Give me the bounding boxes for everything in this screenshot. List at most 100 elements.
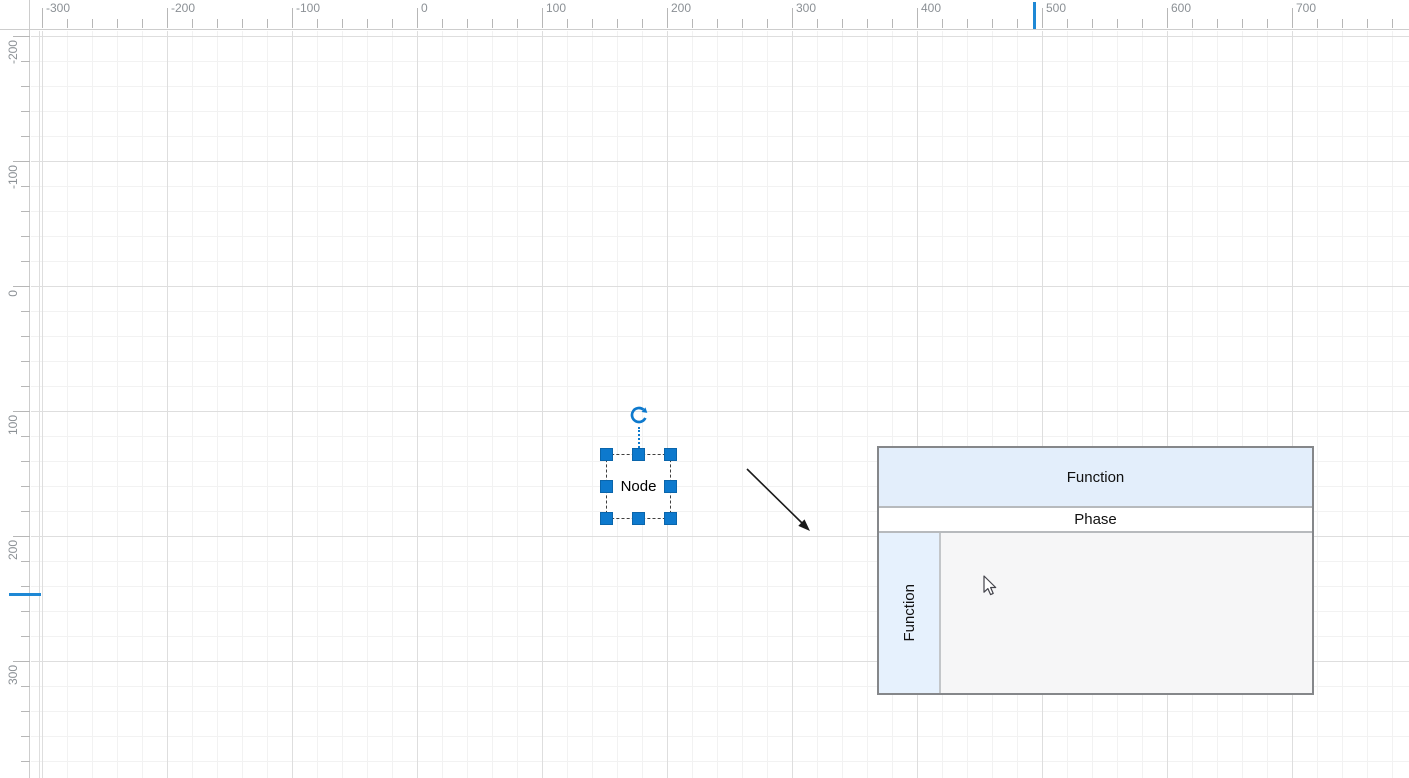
h-ruler-tick — [142, 19, 143, 28]
v-ruler-tick — [21, 761, 30, 762]
h-ruler-tick — [967, 19, 968, 28]
v-ruler-tick — [13, 536, 30, 537]
h-ruler-label: 600 — [1171, 1, 1191, 15]
v-ruler-tick — [21, 186, 30, 187]
table-lane-label: Function — [901, 584, 918, 642]
h-ruler-tick — [1242, 19, 1243, 28]
resize-handle-middle-left[interactable] — [600, 480, 613, 493]
diagram-stage: -300-200-1000100200300400500600700 -200-… — [0, 0, 1409, 778]
resize-handle-top-right[interactable] — [664, 448, 677, 461]
v-ruler-tick — [21, 561, 30, 562]
h-ruler-tick — [892, 19, 893, 28]
h-ruler-tick — [1217, 19, 1218, 28]
v-ruler-tick — [21, 361, 30, 362]
v-ruler-tick — [21, 636, 30, 637]
table-header-label: Function — [1067, 469, 1125, 486]
h-ruler-label: -100 — [296, 1, 320, 15]
h-ruler-label: 400 — [921, 1, 941, 15]
v-ruler-tick — [21, 311, 30, 312]
h-ruler-tick — [767, 19, 768, 28]
h-ruler-tick — [1092, 19, 1093, 28]
rotate-handle-icon[interactable] — [628, 404, 650, 426]
v-ruler-tick — [21, 236, 30, 237]
h-ruler-tick — [942, 19, 943, 28]
selected-node[interactable]: Node — [606, 454, 671, 519]
h-ruler-tick — [1292, 8, 1293, 28]
v-ruler-tick — [21, 61, 30, 62]
v-ruler-tick — [21, 686, 30, 687]
h-ruler-tick — [692, 19, 693, 28]
v-ruler-tick — [21, 486, 30, 487]
v-ruler-tick — [21, 436, 30, 437]
horizontal-ruler-position-marker — [1033, 2, 1036, 29]
v-ruler-tick — [13, 36, 30, 37]
v-ruler-tick — [21, 586, 30, 587]
h-ruler-tick — [567, 19, 568, 28]
h-ruler-label: 100 — [546, 1, 566, 15]
h-ruler-label: 200 — [671, 1, 691, 15]
h-ruler-tick — [1267, 19, 1268, 28]
resize-handle-bottom-center[interactable] — [632, 512, 645, 525]
h-ruler-tick — [1392, 19, 1393, 28]
h-ruler-tick — [742, 19, 743, 28]
resize-handle-bottom-right[interactable] — [664, 512, 677, 525]
resize-handle-top-center[interactable] — [632, 448, 645, 461]
arrow-cursor-icon — [983, 575, 999, 597]
h-ruler-tick — [1167, 8, 1168, 28]
h-ruler-tick — [292, 8, 293, 28]
v-ruler-label: 100 — [6, 415, 20, 435]
v-ruler-tick — [21, 461, 30, 462]
node-label: Node — [621, 478, 657, 495]
table-header-row[interactable]: Function — [879, 448, 1312, 508]
v-ruler-tick — [21, 511, 30, 512]
h-ruler-tick — [1192, 19, 1193, 28]
h-ruler-tick — [517, 19, 518, 28]
vertical-ruler: -200 -100 0 100 200 300 — [0, 30, 30, 778]
h-ruler-tick — [367, 19, 368, 28]
h-ruler-tick — [642, 19, 643, 28]
v-ruler-tick — [21, 611, 30, 612]
resize-handle-top-left[interactable] — [600, 448, 613, 461]
v-ruler-label: -100 — [6, 165, 20, 189]
v-ruler-tick — [13, 161, 30, 162]
h-ruler-tick — [1367, 19, 1368, 28]
h-ruler-tick — [242, 19, 243, 28]
v-ruler-tick — [21, 261, 30, 262]
v-ruler-tick — [21, 336, 30, 337]
resize-handle-middle-right[interactable] — [664, 480, 677, 493]
h-ruler-tick — [542, 8, 543, 28]
table-phase-label: Phase — [1074, 511, 1117, 528]
v-ruler-tick — [13, 661, 30, 662]
h-ruler-tick — [442, 19, 443, 28]
h-ruler-tick — [592, 19, 593, 28]
h-ruler-tick — [1017, 19, 1018, 28]
resize-handle-bottom-left[interactable] — [600, 512, 613, 525]
v-ruler-label: 0 — [6, 290, 20, 297]
arrow-link[interactable] — [740, 460, 820, 540]
h-ruler-tick — [617, 19, 618, 28]
h-ruler-tick — [67, 19, 68, 28]
h-ruler-tick — [717, 19, 718, 28]
h-ruler-tick — [217, 19, 218, 28]
h-ruler-tick — [1342, 19, 1343, 28]
h-ruler-tick — [117, 19, 118, 28]
h-ruler-tick — [317, 19, 318, 28]
h-ruler-tick — [417, 8, 418, 28]
h-ruler-tick — [667, 8, 668, 28]
table-phase-row[interactable]: Phase — [879, 508, 1312, 533]
table-lane-cell[interactable] — [941, 533, 1312, 693]
h-ruler-tick — [817, 19, 818, 28]
v-ruler-tick — [13, 411, 30, 412]
h-ruler-tick — [1117, 19, 1118, 28]
v-ruler-tick — [21, 86, 30, 87]
h-ruler-tick — [1142, 19, 1143, 28]
v-ruler-label: 200 — [6, 540, 20, 560]
v-ruler-tick — [21, 136, 30, 137]
v-ruler-label: -200 — [6, 40, 20, 64]
table-lane-header[interactable]: Function — [879, 533, 941, 693]
swimlane-table[interactable]: Function Phase Function — [877, 446, 1314, 695]
h-ruler-label: 700 — [1296, 1, 1316, 15]
horizontal-ruler: -300-200-1000100200300400500600700 — [30, 0, 1409, 30]
v-ruler-label: 300 — [6, 665, 20, 685]
h-ruler-label: 0 — [421, 1, 428, 15]
